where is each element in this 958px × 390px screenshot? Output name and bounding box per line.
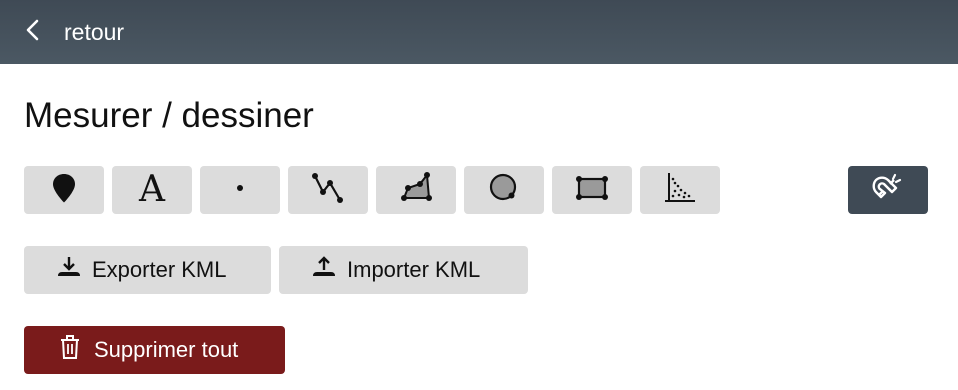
main-content: Mesurer / dessiner A Exporter KML Import… — [0, 96, 958, 374]
tool-text-button[interactable]: A — [112, 166, 192, 214]
back-label: retour — [64, 18, 125, 45]
circle-icon — [487, 171, 521, 210]
top-bar: retour — [0, 0, 958, 64]
tool-snap-button[interactable] — [848, 166, 928, 214]
drawing-toolbar: A — [24, 166, 934, 214]
tool-line-button[interactable] — [288, 166, 368, 214]
page-title: Mesurer / dessiner — [24, 96, 314, 135]
trash-icon — [58, 334, 94, 366]
rectangle-icon — [575, 171, 609, 210]
export-kml-label: Exporter KML — [92, 257, 227, 282]
text-a-icon: A — [139, 169, 165, 210]
upload-icon — [311, 254, 347, 286]
tool-rectangle-button[interactable] — [552, 166, 632, 214]
elevation-profile-icon — [663, 171, 697, 210]
export-kml-button[interactable]: Exporter KML — [24, 246, 271, 294]
import-kml-label: Importer KML — [347, 257, 481, 282]
polyline-icon — [311, 171, 345, 210]
delete-all-label: Supprimer tout — [94, 337, 239, 362]
back-button[interactable]: retour — [0, 0, 124, 64]
tool-circle-button[interactable] — [464, 166, 544, 214]
chevron-left-icon — [24, 19, 42, 46]
tool-marker-button[interactable] — [24, 166, 104, 214]
dot-icon — [223, 171, 257, 210]
kml-actions: Exporter KML Importer KML — [24, 246, 934, 294]
download-icon — [56, 254, 92, 286]
magnet-snap-icon — [871, 171, 905, 210]
import-kml-button[interactable]: Importer KML — [279, 246, 528, 294]
tool-profile-button[interactable] — [640, 166, 720, 214]
delete-all-button[interactable]: Supprimer tout — [24, 326, 285, 374]
map-marker-icon — [47, 171, 81, 210]
tool-polygon-button[interactable] — [376, 166, 456, 214]
polygon-icon — [399, 171, 433, 210]
tool-point-button[interactable] — [200, 166, 280, 214]
